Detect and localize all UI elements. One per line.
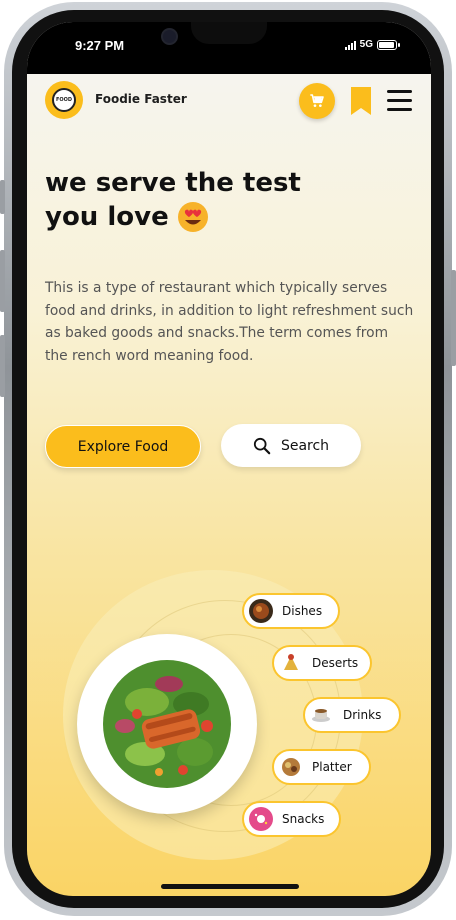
dynamic-island (191, 22, 267, 44)
app-screen: 9:27 PM 5G FOOD Foodie Faster we serve t… (27, 22, 431, 896)
search-icon (253, 437, 271, 454)
status-bar: 9:27 PM 5G (27, 22, 431, 74)
salad-image (103, 660, 231, 788)
dessert-icon (279, 651, 303, 675)
description-text: This is a type of restaurant which typic… (45, 280, 414, 364)
category-chip-platter[interactable]: Platter (272, 749, 371, 785)
battery-icon (377, 39, 400, 50)
status-indicators: 5G (344, 39, 400, 50)
cart-icon (310, 94, 324, 107)
phone-power-button (451, 270, 456, 366)
category-chip-dishes[interactable]: Dishes (242, 593, 340, 629)
platter-icon (279, 755, 303, 779)
camera-icon (161, 28, 178, 45)
category-label: Platter (312, 760, 352, 774)
heart-eyes-emoji-icon (177, 202, 208, 232)
salad-plate-image (77, 634, 257, 814)
home-indicator[interactable] (161, 884, 299, 889)
cart-button[interactable] (299, 83, 335, 119)
category-label: Snacks (282, 812, 325, 826)
hero-line-1: we serve the test (45, 168, 301, 198)
logo[interactable]: FOOD (45, 81, 83, 119)
category-label: Dishes (282, 604, 323, 618)
category-chip-deserts[interactable]: Deserts (272, 645, 372, 681)
category-chip-snacks[interactable]: Snacks (242, 801, 341, 837)
hero-line-2: you love (45, 202, 169, 232)
hero-headline: we serve the test you love (45, 166, 365, 234)
signal-icon (344, 40, 356, 50)
phone-side-button (0, 180, 5, 214)
status-time: 9:27 PM (75, 38, 125, 53)
explore-food-button[interactable]: Explore Food (45, 425, 201, 468)
bookmark-icon[interactable] (350, 86, 372, 116)
donut-icon (249, 807, 273, 831)
menu-icon[interactable] (387, 90, 412, 111)
coffee-icon (310, 703, 334, 727)
network-label: 5G (359, 39, 373, 50)
category-label: Drinks (343, 708, 382, 722)
brand-name: Foodie Faster (95, 92, 187, 106)
phone-volume-up (0, 250, 5, 312)
logo-badge: FOOD (52, 88, 76, 112)
category-label: Deserts (312, 656, 359, 670)
search-button[interactable]: Search (221, 424, 361, 467)
phone-volume-down (0, 335, 5, 397)
search-button-label: Search (280, 437, 330, 454)
dish-icon (249, 599, 273, 623)
category-chip-drinks[interactable]: Drinks (303, 697, 401, 733)
